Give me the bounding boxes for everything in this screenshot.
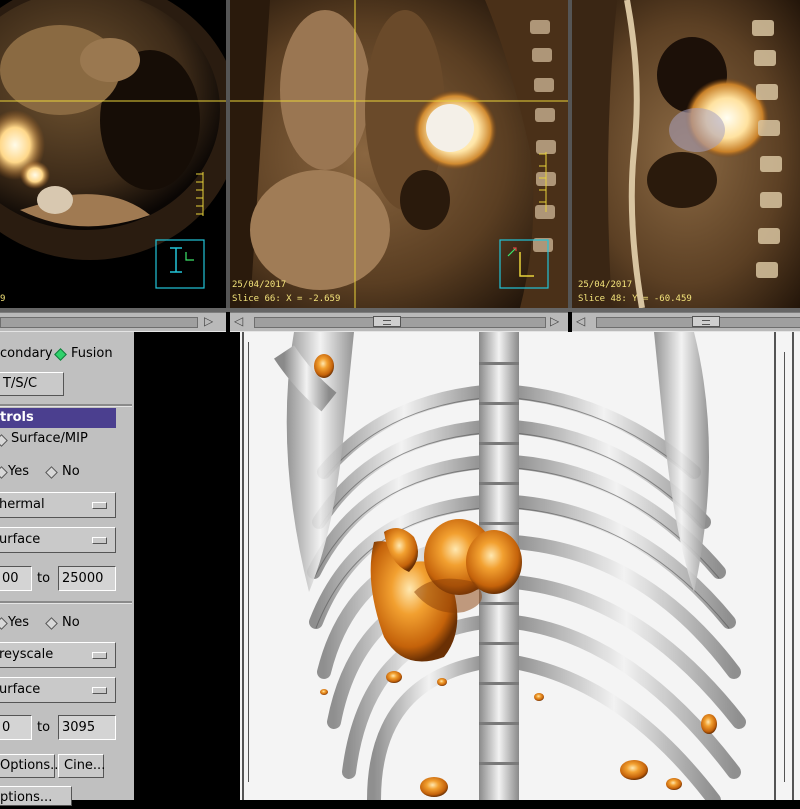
3d-volume-render bbox=[240, 332, 800, 800]
no-label: No bbox=[62, 464, 80, 479]
bottom-options-button-label: ptions... bbox=[0, 790, 53, 805]
axial-viewport[interactable]: 9 bbox=[0, 0, 226, 308]
colormap-value: reyscale bbox=[0, 647, 54, 662]
dropdown-indicator-icon bbox=[92, 687, 107, 694]
yes-label: Yes bbox=[8, 464, 29, 479]
date-label: 25/04/2017 bbox=[232, 280, 287, 290]
scroll-left-icon[interactable]: ◁ bbox=[576, 314, 585, 328]
yes-label: Yes bbox=[8, 615, 29, 630]
viewport-divider bbox=[568, 0, 572, 308]
surface-mip-label: Surface/MIP bbox=[11, 431, 88, 446]
panel-divider bbox=[0, 404, 132, 407]
cine-button[interactable]: Cine... bbox=[58, 754, 106, 778]
no-label: No bbox=[62, 615, 80, 630]
sagittal-slice-scrollbar[interactable]: ◁ bbox=[572, 312, 800, 332]
controls-section-title: trols bbox=[0, 410, 34, 425]
options-button-label: Options... bbox=[0, 758, 63, 773]
scroll-left-icon[interactable]: ◁ bbox=[234, 314, 243, 328]
to-label: to bbox=[37, 571, 51, 586]
controls-section-header: trols bbox=[0, 408, 116, 428]
range-to-value: 25000 bbox=[62, 571, 104, 586]
dropdown-indicator-icon bbox=[92, 652, 107, 659]
coronal-image bbox=[230, 0, 568, 308]
range-to-input[interactable]: 3095 bbox=[58, 715, 116, 740]
scroll-thumb[interactable] bbox=[692, 316, 720, 327]
range-from-input[interactable]: 0 bbox=[0, 715, 32, 740]
range-from-value: 0 bbox=[2, 720, 11, 735]
tsc-button-label: T/S/C bbox=[3, 376, 38, 391]
range-from-value: 00 bbox=[2, 571, 19, 586]
sagittal-viewport[interactable]: 25/04/2017 Slice 48: Y = -60.459 bbox=[572, 0, 800, 308]
bottom-options-button[interactable]: ptions... bbox=[0, 786, 72, 806]
panel-divider bbox=[0, 601, 132, 604]
3d-render-viewport[interactable] bbox=[134, 332, 800, 800]
cine-button-label: Cine... bbox=[64, 758, 106, 773]
scroll-thumb[interactable] bbox=[373, 316, 401, 327]
dropdown-indicator-icon bbox=[92, 537, 107, 544]
render-mode-dropdown[interactable]: urface bbox=[0, 677, 116, 703]
scroll-track[interactable] bbox=[0, 317, 198, 328]
axial-image bbox=[0, 0, 226, 289]
secondary-label: condary bbox=[0, 346, 53, 361]
coronal-slice-scrollbar[interactable]: ◁ ▷ bbox=[230, 312, 568, 332]
fusion-radio[interactable] bbox=[54, 348, 67, 361]
render-mode-dropdown[interactable]: urface bbox=[0, 527, 116, 553]
scroll-right-icon[interactable]: ▷ bbox=[204, 314, 213, 328]
date-label: 25/04/2017 bbox=[578, 280, 633, 290]
fusion-label: Fusion bbox=[71, 346, 113, 361]
scroll-right-icon[interactable]: ▷ bbox=[550, 314, 559, 328]
dropdown-indicator-icon bbox=[92, 502, 107, 509]
colormap-dropdown[interactable]: hermal bbox=[0, 492, 116, 518]
range-to-input[interactable]: 25000 bbox=[58, 566, 116, 591]
render-mode-value: urface bbox=[0, 682, 41, 697]
range-from-input[interactable]: 00 bbox=[0, 566, 32, 591]
colormap-dropdown[interactable]: reyscale bbox=[0, 642, 116, 668]
slice-readout: Slice 66: X = -2.659 bbox=[232, 294, 341, 304]
coronal-viewport[interactable]: 25/04/2017 Slice 66: X = -2.659 bbox=[230, 0, 568, 308]
slice-readout: Slice 48: Y = -60.459 bbox=[578, 294, 692, 304]
tsc-button[interactable]: T/S/C bbox=[0, 372, 64, 396]
axial-slice-scrollbar[interactable]: ▷ bbox=[0, 312, 226, 332]
to-label: to bbox=[37, 720, 51, 735]
viewport-divider bbox=[226, 0, 230, 308]
sagittal-image bbox=[572, 0, 800, 308]
options-button[interactable]: Options... bbox=[0, 754, 63, 778]
slice-readout: 9 bbox=[0, 294, 6, 304]
render-mode-value: urface bbox=[0, 532, 41, 547]
colormap-value: hermal bbox=[0, 497, 45, 512]
range-to-value: 3095 bbox=[62, 720, 96, 735]
